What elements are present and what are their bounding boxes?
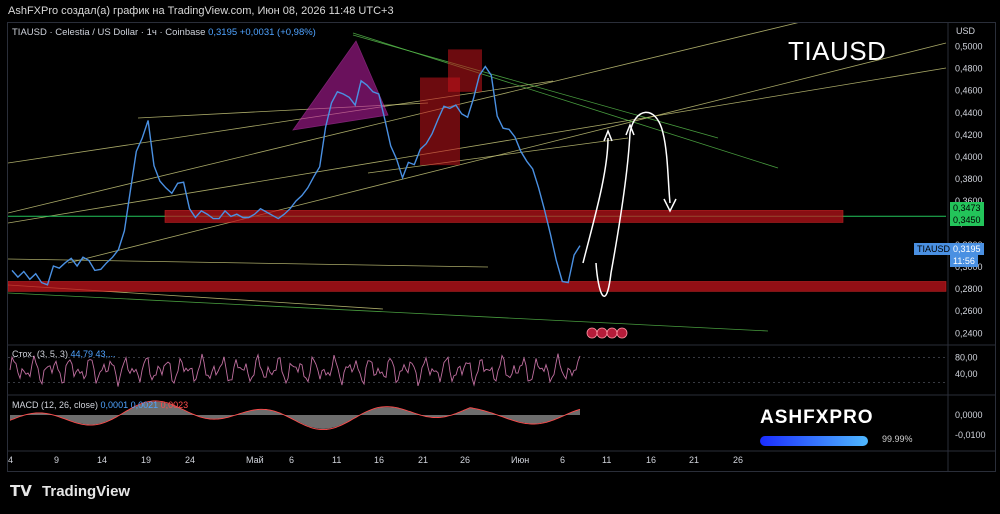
legend-change: +0,0031 (+0,98%) <box>239 27 316 38</box>
price-tick-label: 0,4200 <box>955 130 983 140</box>
stoch-tick-label: 40,00 <box>955 369 978 379</box>
price-tick-label: 0,2800 <box>955 284 983 294</box>
macd-value-2: 0,0021 <box>130 400 159 410</box>
time-tick-label: 6 <box>289 455 294 465</box>
current-symbol-tag: TIAUSD <box>914 243 954 255</box>
stoch-values: 44,79 43,... <box>70 349 116 359</box>
macd-name: MACD (12, 26, close) <box>12 400 99 410</box>
time-tick-label: 4 <box>8 455 13 465</box>
trendline-yellow-6 <box>8 258 489 268</box>
macd-value-3: 0,0023 <box>160 400 189 410</box>
price-tick-label: 0,2600 <box>955 306 983 316</box>
trendline-yellow-2 <box>8 80 554 164</box>
brand-watermark: ASHFXPRO 99.99% <box>760 407 913 446</box>
macd-tick-label: 0,0000 <box>955 410 983 420</box>
tradingview-logo-icon: 𝗧𝗩 <box>10 483 32 500</box>
time-tick-label: 14 <box>97 455 107 465</box>
time-tick-label: 9 <box>54 455 59 465</box>
rising-wedge-triangle <box>292 40 389 131</box>
chart-caption-bar: AshFXPro создал(а) график на TradingView… <box>0 0 1000 22</box>
brand-percent: 99.99% <box>882 434 913 444</box>
zone-bottom-price-tag: 0,3450 <box>950 214 984 226</box>
time-tick-label: 21 <box>689 455 699 465</box>
macd-tick-label: -0,0100 <box>955 430 986 440</box>
brand-progress-bar <box>760 436 868 446</box>
support-zone <box>8 281 947 292</box>
event-flag-icon-1 <box>586 327 598 339</box>
tradingview-footer[interactable]: 𝗧𝗩 TradingView <box>10 482 130 500</box>
current-price-tag: 0,3195 <box>950 243 984 255</box>
event-flag-icon-2 <box>596 327 608 339</box>
symbol-info: TIAUSD · Celestia / US Dollar · 1ч · Coi… <box>12 27 206 38</box>
trendline-green-3 <box>8 292 769 332</box>
price-tick-label: 0,4000 <box>955 152 983 162</box>
time-tick-label: 6 <box>560 455 565 465</box>
macd-value-1: 0,0001 <box>100 400 129 410</box>
stoch-name: Стох. (3, 5, 3) <box>12 349 68 359</box>
time-tick-label: Май <box>246 455 264 465</box>
price-tick-label: 0,3800 <box>955 174 983 184</box>
zone-top-price-tag: 0,3473 <box>950 202 984 214</box>
trendline-green-2 <box>352 34 719 139</box>
time-tick-label: 11 <box>332 455 341 465</box>
symbol-watermark: TIAUSD <box>788 36 887 66</box>
projection-arrow-down <box>629 111 671 204</box>
projection-arrow-up-1 <box>582 137 609 264</box>
currency-label[interactable]: USD <box>956 26 975 36</box>
time-tick-label: 21 <box>418 455 428 465</box>
stoch-tick-label: 80,00 <box>955 352 978 362</box>
time-tick-label: 26 <box>460 455 470 465</box>
time-tick-label: 16 <box>646 455 656 465</box>
time-tick-label: 19 <box>141 455 151 465</box>
legend-price: 0,3195 <box>208 27 238 38</box>
macd-label[interactable]: MACD (12, 26, close) 0,0001 0,0021 0,002… <box>12 400 188 410</box>
bar-countdown-tag: 11:56 <box>950 255 978 267</box>
brand-name: ASHFXPRO <box>760 407 874 428</box>
time-tick-label: 26 <box>733 455 743 465</box>
chart-caption: AshFXPro создал(а) график на TradingView… <box>8 5 394 17</box>
price-tick-label: 0,4800 <box>955 64 983 74</box>
price-tick-label: 0,2400 <box>955 328 983 338</box>
time-tick-label: Июн <box>511 455 529 465</box>
trendline-yellow-4 <box>67 42 947 264</box>
time-tick-label: 11 <box>602 455 611 465</box>
price-tick-label: 0,5000 <box>955 42 983 52</box>
event-flag-icon-3 <box>606 327 618 339</box>
symbol-legend: TIAUSD · Celestia / US Dollar · 1ч · Coi… <box>12 27 316 38</box>
stoch-label[interactable]: Стох. (3, 5, 3) 44,79 43,... <box>12 349 116 359</box>
event-flag-icon-4 <box>616 327 628 339</box>
time-tick-label: 24 <box>185 455 195 465</box>
price-tick-label: 0,4400 <box>955 108 983 118</box>
time-tick-label: 16 <box>374 455 384 465</box>
price-tick-label: 0,4600 <box>955 86 983 96</box>
tradingview-logo-text: TradingView <box>42 483 131 500</box>
